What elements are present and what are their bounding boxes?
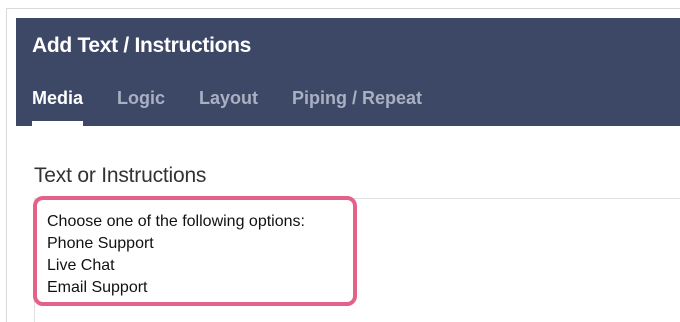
tab-media[interactable]: Media bbox=[32, 86, 84, 126]
field-label: Text or Instructions bbox=[34, 164, 207, 187]
screenshot-frame: Add Text / Instructions Media Logic Layo… bbox=[0, 0, 680, 322]
highlight-annotation bbox=[33, 196, 357, 306]
tab-bar: Media Logic Layout Piping / Repeat bbox=[32, 86, 456, 126]
tab-logic[interactable]: Logic bbox=[117, 86, 165, 126]
dialog-header: Add Text / Instructions Media Logic Layo… bbox=[16, 18, 680, 126]
tab-layout[interactable]: Layout bbox=[199, 86, 258, 126]
tab-piping-repeat[interactable]: Piping / Repeat bbox=[292, 86, 422, 126]
dialog-title: Add Text / Instructions bbox=[32, 34, 252, 57]
